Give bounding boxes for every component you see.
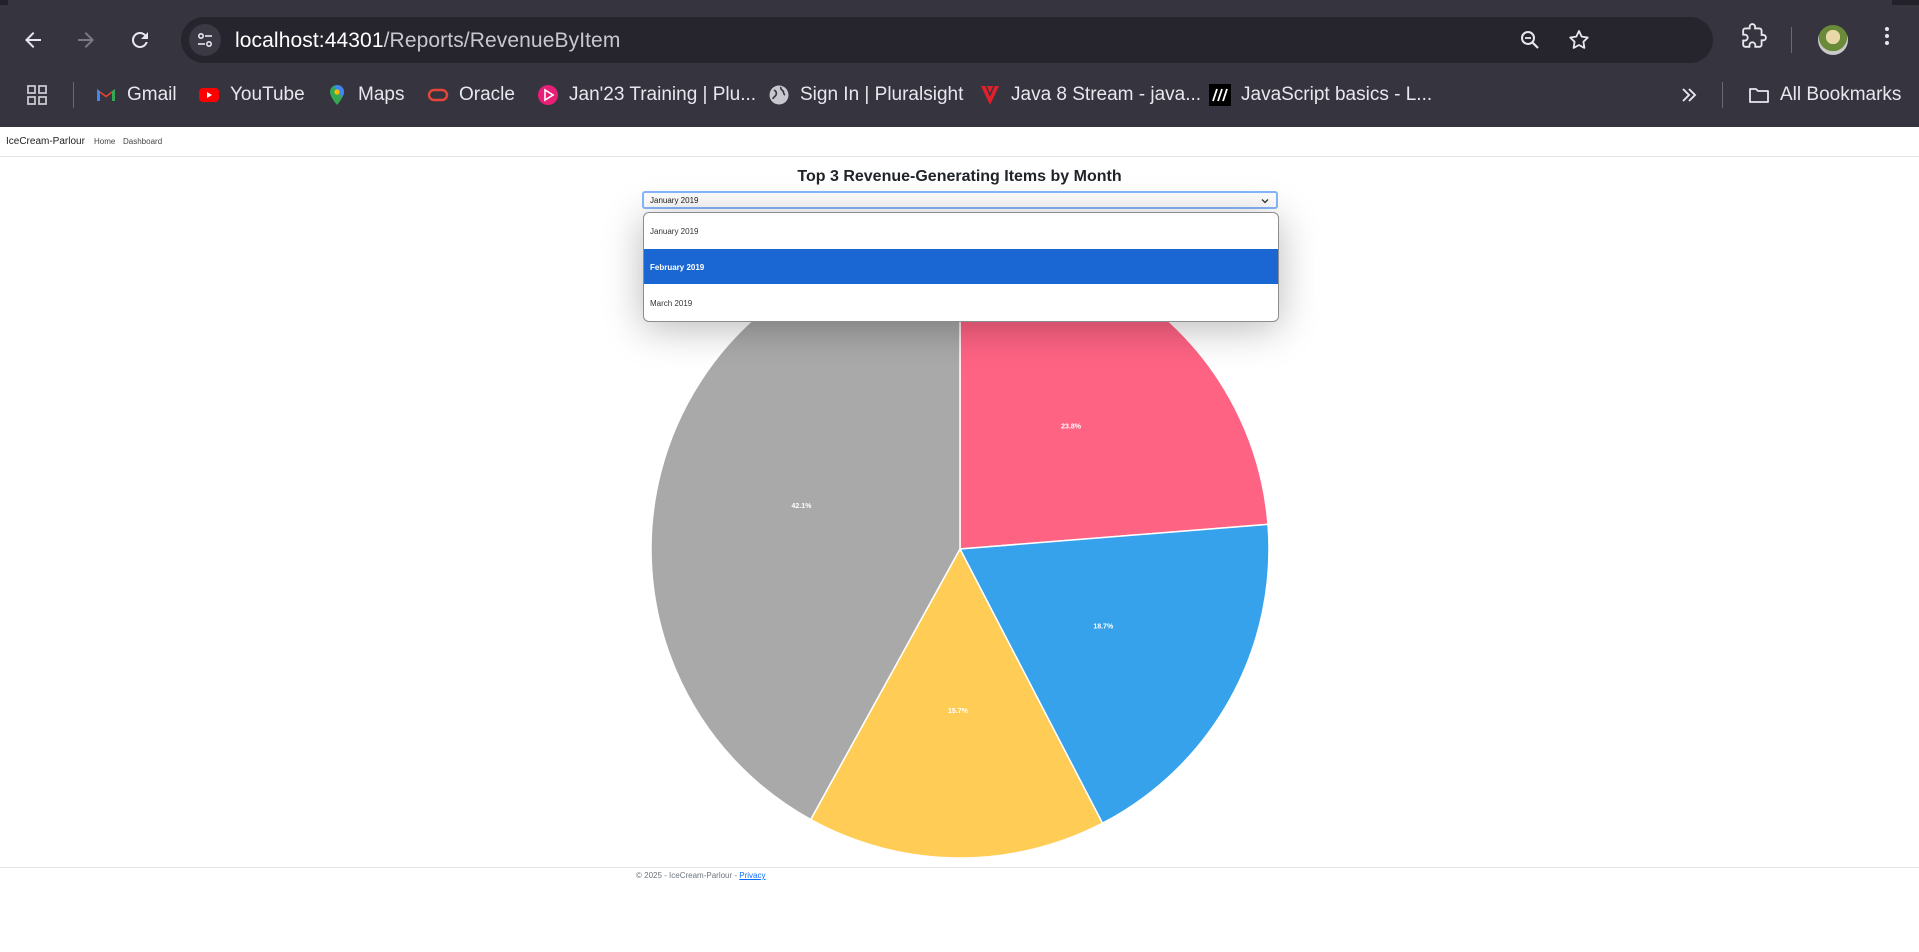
- month-dropdown-list: January 2019 February 2019 March 2019: [643, 212, 1279, 322]
- month-option-february-2019[interactable]: February 2019: [644, 249, 1278, 284]
- revenue-pie-chart: 23.8% 18.7% 15.7% 42.1%: [650, 239, 1270, 859]
- pie-slice-label: 23.8%: [1061, 424, 1082, 431]
- option-label: March 2019: [650, 299, 693, 308]
- chevron-down-icon: [1261, 199, 1269, 204]
- pie-slice-label: 18.7%: [1093, 623, 1114, 630]
- month-select-value: January 2019: [650, 196, 699, 205]
- footer: © 2025 - IceCream-Parlour - Privacy: [636, 871, 766, 880]
- pie-slice-label: 42.1%: [791, 503, 812, 510]
- month-option-january-2019[interactable]: January 2019: [644, 213, 1278, 248]
- footer-copyright: © 2025 - IceCream-Parlour -: [636, 871, 740, 880]
- pie-slice-label: 15.7%: [948, 708, 969, 715]
- privacy-link[interactable]: Privacy: [739, 871, 765, 880]
- option-label: January 2019: [650, 227, 699, 236]
- footer-divider: [0, 867, 1919, 868]
- month-select[interactable]: January 2019: [642, 191, 1278, 209]
- option-label: February 2019: [650, 263, 705, 272]
- month-option-march-2019[interactable]: March 2019: [644, 285, 1278, 320]
